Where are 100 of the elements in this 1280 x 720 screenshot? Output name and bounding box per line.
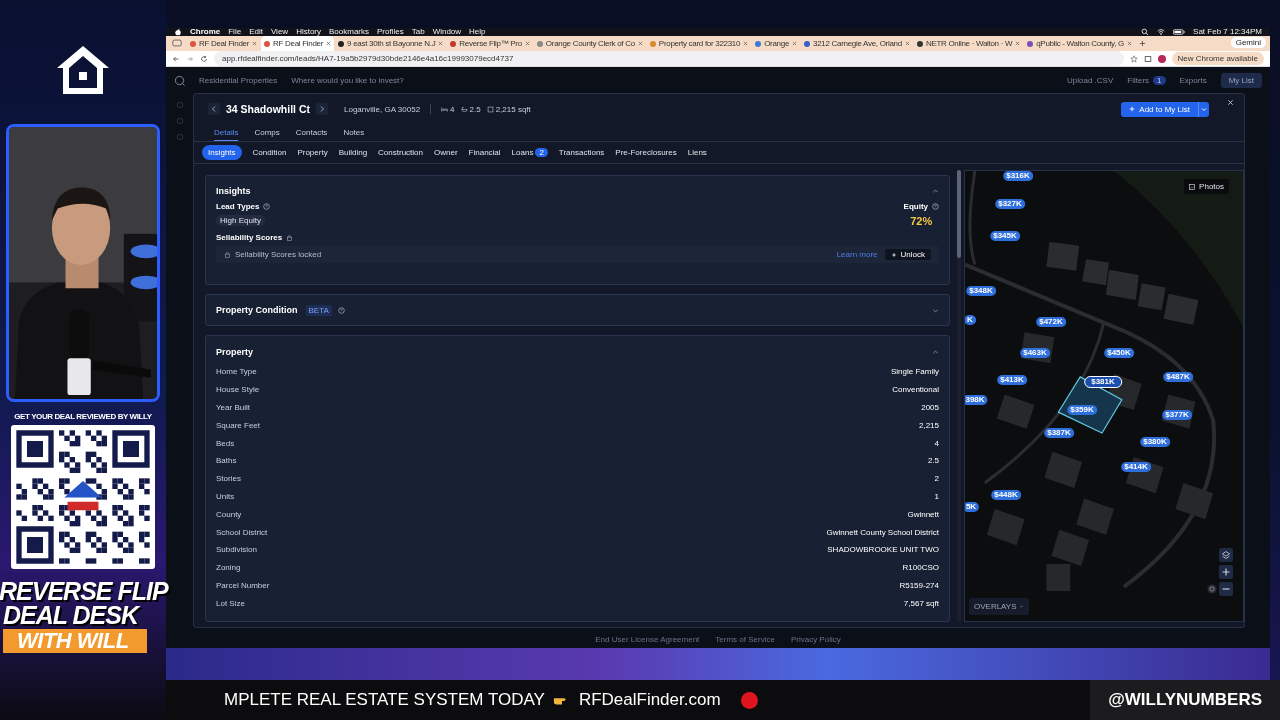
price-pin[interactable]: $359K: [1067, 405, 1097, 415]
menu-item[interactable]: File: [228, 28, 242, 36]
wifi-icon[interactable]: [1157, 28, 1166, 36]
scrollbar-thumb[interactable]: [957, 170, 961, 258]
forward-icon[interactable]: [186, 54, 194, 63]
gemini-button[interactable]: Gemini: [1230, 37, 1266, 48]
back-icon[interactable]: [172, 54, 180, 63]
browser-tab[interactable]: Reverse Flip™ Pro: [447, 36, 533, 51]
next-button[interactable]: [316, 103, 328, 115]
zoom-in-button[interactable]: [1219, 565, 1233, 579]
menu-item[interactable]: History: [296, 28, 321, 36]
menu-item[interactable]: Edit: [249, 28, 263, 36]
browser-tab[interactable]: 9 east 30th st Bayonne N.J: [335, 36, 447, 51]
browser-tab[interactable]: Orange County Clerk of Co: [533, 36, 646, 51]
section-tab[interactable]: Property: [297, 145, 328, 160]
price-pin[interactable]: $448K: [991, 490, 1021, 500]
browser-tab[interactable]: RF Deal Finder: [261, 36, 335, 51]
photos-button[interactable]: Photos: [1184, 179, 1229, 194]
battery-icon[interactable]: [1173, 28, 1186, 36]
price-pin[interactable]: $414K: [1121, 462, 1151, 472]
filters-button[interactable]: Filters: [1127, 75, 1150, 85]
price-pin[interactable]: K: [965, 315, 976, 325]
section-tab[interactable]: Liens: [687, 145, 707, 160]
browser-tab[interactable]: NETR Online · Walton · W: [913, 36, 1024, 51]
help-icon[interactable]: [337, 306, 345, 314]
new-tab-icon[interactable]: [1139, 40, 1146, 47]
footer-link[interactable]: Terms of Service: [715, 634, 775, 644]
browser-tab[interactable]: qPublic - Walton County, G: [1024, 36, 1135, 51]
chevron-icon[interactable]: [932, 348, 939, 356]
price-pin[interactable]: $327K: [995, 199, 1025, 209]
menu-item[interactable]: Help: [469, 28, 486, 36]
price-pin[interactable]: $463K: [1020, 348, 1050, 358]
price-pin[interactable]: $487K: [1163, 372, 1193, 382]
view-tab[interactable]: Comps: [254, 124, 280, 141]
section-tab[interactable]: Owner: [434, 145, 458, 160]
zoom-out-button[interactable]: [1219, 582, 1233, 596]
layers-button[interactable]: [1219, 548, 1233, 562]
apple-icon[interactable]: [174, 28, 182, 36]
price-pin[interactable]: $381K: [1084, 376, 1122, 388]
menu-item[interactable]: Tab: [411, 28, 425, 36]
price-pin[interactable]: $472K: [1036, 317, 1066, 327]
star-icon[interactable]: [1129, 54, 1138, 63]
extensions-icon[interactable]: [1143, 54, 1152, 63]
close-icon[interactable]: [1227, 99, 1234, 106]
update-button[interactable]: New Chrome available: [1171, 52, 1264, 65]
section-tab[interactable]: Loans: [511, 145, 534, 160]
price-pin[interactable]: $413K: [997, 375, 1027, 385]
section-tab[interactable]: Transactions: [558, 145, 605, 160]
price-pin[interactable]: $377K: [1162, 410, 1192, 420]
learn-more-link[interactable]: Learn more: [836, 250, 878, 259]
help-icon[interactable]: [263, 203, 271, 210]
search-field[interactable]: Where would you like to invest?: [291, 75, 404, 85]
menu-app-name[interactable]: Chrome: [190, 28, 221, 36]
browser-tab[interactable]: Orange: [752, 36, 801, 51]
close-tab-icon[interactable]: [252, 41, 258, 46]
overlays-button[interactable]: OVERLAYS: [969, 598, 1029, 616]
url-field[interactable]: app.rfdealfinder.com/leads/HA7-19a5b2979d30bde2146e4a16c19993079ecd4737: [214, 51, 1124, 66]
previous-button[interactable]: [208, 103, 220, 115]
upload-button[interactable]: Upload .CSV: [1067, 75, 1114, 85]
compass-button[interactable]: [1207, 584, 1217, 594]
browser-tab[interactable]: Property card for 322310: [646, 36, 752, 51]
price-pin[interactable]: $345K: [990, 231, 1020, 241]
menu-item[interactable]: View: [270, 28, 289, 36]
section-tab[interactable]: Building: [338, 145, 368, 160]
close-tab-icon[interactable]: [326, 41, 332, 46]
unlock-button[interactable]: Unlock: [884, 249, 931, 260]
dropdown-caret-button[interactable]: [1198, 101, 1209, 117]
section-tab[interactable]: Construction: [378, 145, 423, 160]
price-pin[interactable]: $380K: [1140, 437, 1170, 447]
price-pin[interactable]: 5K: [965, 502, 980, 512]
close-tab-icon[interactable]: [904, 41, 910, 46]
price-pin[interactable]: $387K: [1044, 428, 1074, 438]
reload-icon[interactable]: [200, 54, 208, 63]
close-tab-icon[interactable]: [743, 41, 749, 46]
price-pin[interactable]: $316K: [1003, 171, 1033, 181]
section-tab[interactable]: Condition: [252, 145, 287, 160]
price-pin[interactable]: $348K: [966, 286, 996, 296]
view-tab[interactable]: Contacts: [295, 124, 328, 141]
search-icon[interactable]: [1141, 28, 1150, 36]
profile-avatar[interactable]: [1157, 54, 1166, 63]
menu-clock[interactable]: Sat Feb 7 12:34PM: [1193, 28, 1262, 36]
close-tab-icon[interactable]: [637, 41, 643, 46]
browser-tab[interactable]: 3212 Carnegie Ave, Orland: [801, 36, 913, 51]
view-tab[interactable]: Details: [214, 124, 239, 141]
search-scope[interactable]: Residential Properties: [199, 75, 278, 85]
section-tab[interactable]: Pre-Foreclosures: [615, 145, 677, 160]
view-tab[interactable]: Notes: [343, 124, 365, 141]
add-to-list-button[interactable]: Add to My List: [1121, 101, 1198, 117]
close-tab-icon[interactable]: [792, 41, 798, 46]
close-tab-icon[interactable]: [1015, 41, 1021, 46]
close-tab-icon[interactable]: [524, 41, 530, 46]
close-tab-icon[interactable]: [1127, 41, 1132, 46]
app-logo-icon[interactable]: [174, 74, 185, 86]
section-tab[interactable]: Insights: [202, 145, 242, 160]
footer-link[interactable]: End User License Agreement: [595, 634, 700, 644]
browser-tab[interactable]: RF Deal Finder: [187, 36, 261, 51]
price-pin[interactable]: $450K: [1104, 348, 1134, 358]
menu-item[interactable]: Window: [432, 28, 462, 36]
close-tab-icon[interactable]: [438, 41, 444, 46]
exports-button[interactable]: Exports: [1179, 75, 1207, 85]
